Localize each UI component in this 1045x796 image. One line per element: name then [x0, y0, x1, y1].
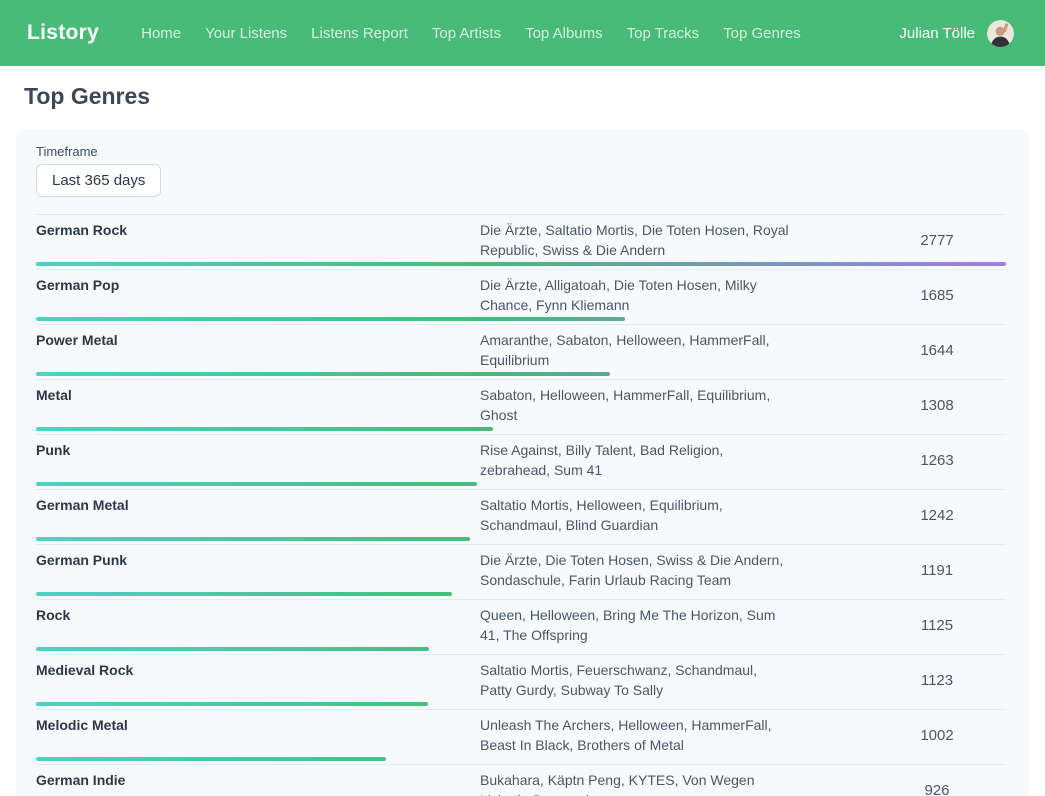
genre-top-artists: Rise Against, Billy Talent, Bad Religion… — [480, 440, 792, 480]
genre-name: Melodic Metal — [36, 715, 480, 733]
genre-row-columns: Rock Queen, Helloween, Bring Me The Hori… — [36, 605, 1006, 645]
genre-bar-track — [36, 592, 1006, 596]
user-avatar-photo — [987, 20, 1014, 47]
genres-table: German Rock Die Ärzte, Saltatio Mortis, … — [36, 214, 1006, 796]
timeframe-filter: Timeframe Last 365 days — [36, 144, 1006, 214]
genre-top-artists: Die Ärzte, Saltatio Mortis, Die Toten Ho… — [480, 220, 792, 260]
genre-top-artists: Sabaton, Helloween, HammerFall, Equilibr… — [480, 385, 792, 425]
genre-bar-fill — [36, 262, 1006, 266]
genre-top-artists: Queen, Helloween, Bring Me The Horizon, … — [480, 605, 792, 645]
genre-name: Power Metal — [36, 330, 480, 348]
genre-bar-fill — [36, 317, 625, 321]
genre-bar-track — [36, 482, 1006, 486]
genre-name: Medieval Rock — [36, 660, 480, 678]
genre-row-columns: Metal Sabaton, Helloween, HammerFall, Eq… — [36, 385, 1006, 425]
genre-listen-count: 1125 — [868, 617, 1006, 634]
genre-row-columns: German Indie Bukahara, Käptn Peng, KYTES… — [36, 770, 1006, 796]
genre-top-artists: Saltatio Mortis, Helloween, Equilibrium,… — [480, 495, 792, 535]
genre-row-columns: Power Metal Amaranthe, Sabaton, Hellowee… — [36, 330, 1006, 370]
top-navbar: Listory Home Your Listens Listens Report To… — [0, 0, 1045, 66]
genre-bar-fill — [36, 592, 452, 596]
genre-bar-fill — [36, 647, 429, 651]
genre-listen-count: 1002 — [868, 727, 1006, 744]
page-title: Top Genres — [24, 83, 1021, 110]
genre-row: German Rock Die Ärzte, Saltatio Mortis, … — [36, 215, 1006, 270]
genre-row: Metal Sabaton, Helloween, HammerFall, Eq… — [36, 380, 1006, 435]
genre-name: Punk — [36, 440, 480, 458]
main-nav: Home Your Listens Listens Report Top Artist… — [141, 25, 801, 42]
genre-row-columns: Medieval Rock Saltatio Mortis, Feuerschw… — [36, 660, 1006, 700]
genre-listen-count: 926 — [868, 782, 1006, 796]
genre-listen-count: 1685 — [868, 287, 1006, 304]
genre-top-artists: Unleash The Archers, Helloween, HammerFa… — [480, 715, 792, 755]
nav-item-top-genres[interactable]: Top Genres — [723, 25, 801, 42]
genre-name: Rock — [36, 605, 480, 623]
genre-row-columns: German Metal Saltatio Mortis, Helloween,… — [36, 495, 1006, 535]
genre-row: German Pop Die Ärzte, Alligatoah, Die To… — [36, 270, 1006, 325]
genre-bar-track — [36, 537, 1006, 541]
genre-top-artists: Bukahara, Käptn Peng, KYTES, Von Wegen L… — [480, 770, 792, 796]
genre-bar-track — [36, 647, 1006, 651]
genre-bar-fill — [36, 537, 470, 541]
genre-bar-fill — [36, 427, 493, 431]
nav-item-top-tracks[interactable]: Top Tracks — [627, 25, 700, 42]
genre-row: Punk Rise Against, Billy Talent, Bad Rel… — [36, 435, 1006, 490]
genre-listen-count: 1308 — [868, 397, 1006, 414]
nav-item-top-artists[interactable]: Top Artists — [432, 25, 501, 42]
genre-bar-fill — [36, 482, 477, 486]
genre-name: German Indie — [36, 770, 480, 788]
genre-name: Metal — [36, 385, 480, 403]
genre-bar-track — [36, 702, 1006, 706]
genre-row: Melodic Metal Unleash The Archers, Hello… — [36, 710, 1006, 765]
genre-bar-track — [36, 427, 1006, 431]
genre-top-artists: Die Ärzte, Die Toten Hosen, Swiss & Die … — [480, 550, 792, 590]
genre-row-columns: German Pop Die Ärzte, Alligatoah, Die To… — [36, 275, 1006, 315]
genre-row-columns: German Rock Die Ärzte, Saltatio Mortis, … — [36, 220, 1006, 260]
timeframe-label: Timeframe — [36, 144, 1006, 159]
genre-top-artists: Die Ärzte, Alligatoah, Die Toten Hosen, … — [480, 275, 792, 315]
genre-listen-count: 1123 — [868, 672, 1006, 689]
timeframe-select[interactable]: Last 365 days — [36, 164, 161, 197]
genre-bar-track — [36, 757, 1006, 761]
nav-item-your-listens[interactable]: Your Listens — [205, 25, 287, 42]
genre-top-artists: Saltatio Mortis, Feuerschwanz, Schandmau… — [480, 660, 792, 700]
genre-row: Rock Queen, Helloween, Bring Me The Hori… — [36, 600, 1006, 655]
genre-row-columns: Punk Rise Against, Billy Talent, Bad Rel… — [36, 440, 1006, 480]
nav-item-top-albums[interactable]: Top Albums — [525, 25, 603, 42]
genre-bar-fill — [36, 702, 428, 706]
genre-row-columns: German Punk Die Ärzte, Die Toten Hosen, … — [36, 550, 1006, 590]
genre-name: German Rock — [36, 220, 480, 238]
genre-listen-count: 1644 — [868, 342, 1006, 359]
genre-row-columns: Melodic Metal Unleash The Archers, Hello… — [36, 715, 1006, 755]
genre-name: German Metal — [36, 495, 480, 513]
app-logo[interactable]: Listory — [27, 21, 99, 45]
nav-item-listens-report[interactable]: Listens Report — [311, 25, 408, 42]
user-avatar[interactable] — [987, 20, 1014, 47]
genre-bar-track — [36, 372, 1006, 376]
genre-bar-fill — [36, 372, 610, 376]
genre-row: German Punk Die Ärzte, Die Toten Hosen, … — [36, 545, 1006, 600]
genre-row: German Metal Saltatio Mortis, Helloween,… — [36, 490, 1006, 545]
genre-listen-count: 1242 — [868, 507, 1006, 524]
genre-name: German Punk — [36, 550, 480, 568]
user-name[interactable]: Julian Tölle — [899, 25, 975, 42]
genre-listen-count: 1191 — [868, 562, 1006, 579]
timeframe-selected-value: Last 365 days — [52, 172, 145, 189]
nav-item-home[interactable]: Home — [141, 25, 181, 42]
genre-listen-count: 1263 — [868, 452, 1006, 469]
top-genres-card: Timeframe Last 365 days German Rock Die … — [16, 129, 1029, 796]
genre-row: German Indie Bukahara, Käptn Peng, KYTES… — [36, 765, 1006, 796]
genre-top-artists: Amaranthe, Sabaton, Helloween, HammerFal… — [480, 330, 792, 370]
genre-bar-track — [36, 262, 1006, 266]
genre-name: German Pop — [36, 275, 480, 293]
page-content: Top Genres Timeframe Last 365 days Germa… — [0, 83, 1045, 796]
genre-row: Medieval Rock Saltatio Mortis, Feuerschw… — [36, 655, 1006, 710]
genre-listen-count: 2777 — [868, 232, 1006, 249]
genre-row: Power Metal Amaranthe, Sabaton, Hellowee… — [36, 325, 1006, 380]
genre-bar-fill — [36, 757, 386, 761]
genre-bar-track — [36, 317, 1006, 321]
